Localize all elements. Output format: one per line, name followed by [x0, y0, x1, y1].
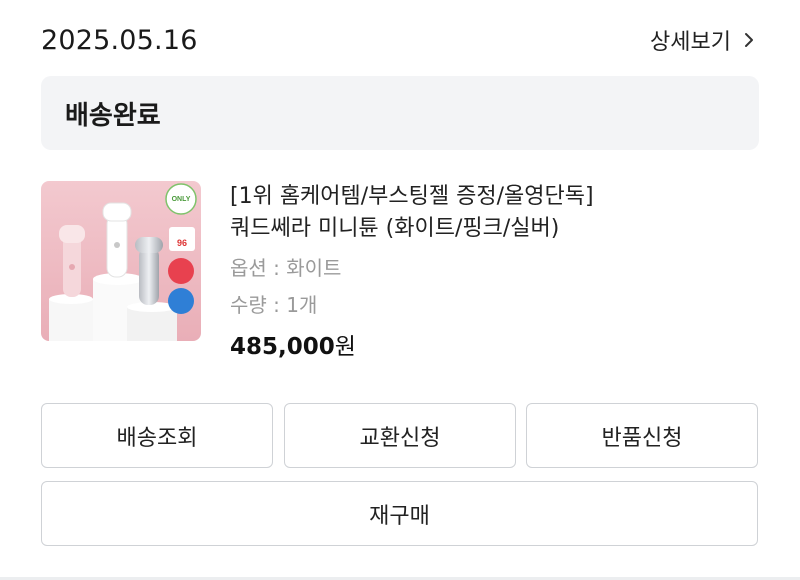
product-option: 옵션 : 화이트 — [230, 256, 342, 280]
rebuy-button[interactable]: 재구매 — [41, 481, 758, 546]
product-image: ONLY 96 — [41, 181, 201, 341]
product-title[interactable]: [1위 홈케어템/부스팅젤 증정/올영단독] 쿼드쎄라 미니튠 (화이트/핑크/… — [230, 181, 750, 245]
delivery-status: 배송완료 — [65, 100, 161, 131]
product-title-line1: [1위 홈케어템/부스팅젤 증정/올영단독] — [230, 184, 594, 209]
price-unit: 원 — [334, 334, 356, 360]
product-title-line2: 쿼드쎄라 미니튠 (화이트/핑크/실버) — [230, 216, 560, 241]
chevron-right-icon — [745, 33, 753, 47]
badge-only-text: ONLY — [172, 196, 191, 203]
track-delivery-button[interactable]: 배송조회 — [41, 403, 273, 468]
badge-pick-text: 96 — [177, 238, 187, 248]
product-thumbnail[interactable]: ONLY 96 — [41, 181, 201, 341]
exchange-request-button[interactable]: 교환신청 — [284, 403, 516, 468]
price-amount: 485,000 — [230, 334, 335, 360]
order-date: 2025.05.16 — [41, 24, 198, 56]
order-header: 2025.05.16 상세보기 — [41, 20, 759, 60]
order-detail-label: 상세보기 — [650, 30, 731, 55]
product-price: 485,000원 — [230, 332, 750, 362]
product-info: [1위 홈케어템/부스팅젤 증정/올영단독] 쿼드쎄라 미니튠 (화이트/핑크/… — [230, 181, 750, 362]
product-item[interactable]: ONLY 96 [1위 홈케어템/부스팅젤 증정/올영단독] 쿼드쎄라 미니튠 … — [41, 181, 759, 371]
product-quantity: 수량 : 1개 — [230, 293, 318, 317]
order-detail-link[interactable]: 상세보기 — [650, 24, 759, 56]
return-request-button[interactable]: 반품신청 — [526, 403, 758, 468]
delivery-status-box: 배송완료 — [41, 76, 759, 150]
